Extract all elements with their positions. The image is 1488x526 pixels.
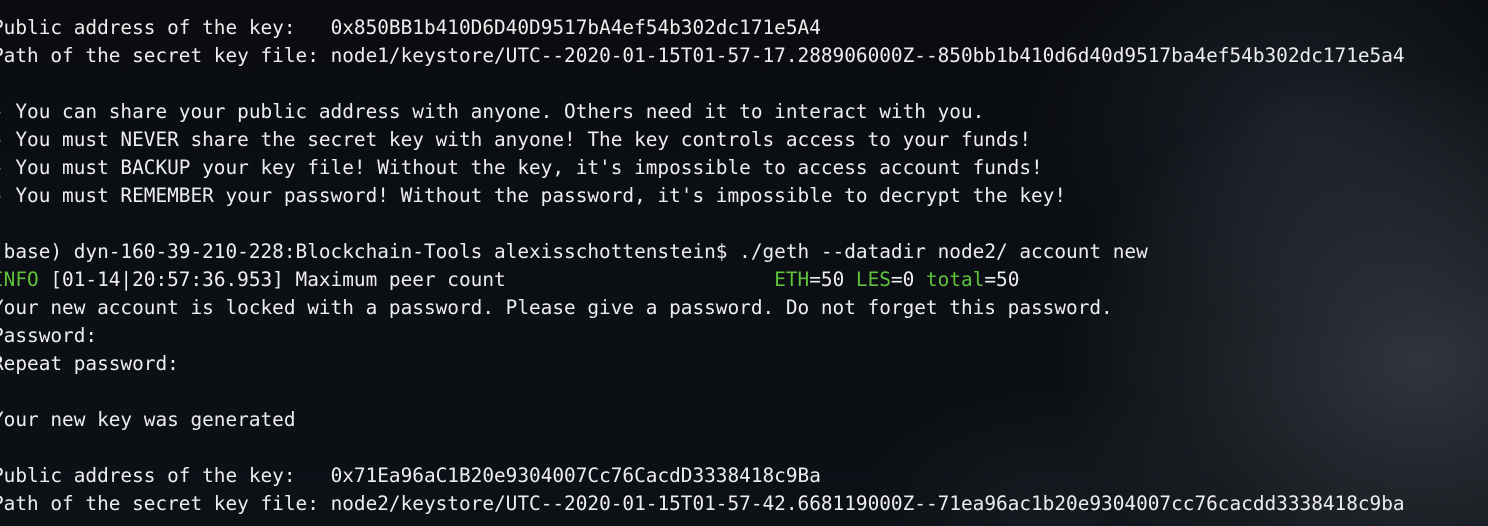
password-prompt[interactable]: Password: [0,322,1405,350]
generated-message: Your new key was generated [0,408,296,431]
key-path-label: Path of the secret key file: [0,492,331,515]
key-path-line-2: Path of the secret key file: node2/keyst… [0,490,1405,518]
note-line: - You must NEVER share the secret key wi… [0,128,1031,151]
key-path-label: Path of the secret key file: [0,44,331,67]
command-text: ./geth --datadir node2/ account new [739,240,1148,263]
key-path-value: node2/keystore/UTC--2020-01-15T01-57-42.… [330,492,1405,515]
public-address-value: 0x850BB1b410D6D40D9517bA4ef54b302dc171e5… [330,16,821,39]
log-value-eth: =50 [809,268,856,291]
public-address-label: Public address of the key: [0,16,331,39]
public-address-value: 0x71Ea96aC1B20e9304007Cc76CacdD3338418c9… [330,464,821,487]
public-address-label: Public address of the key: [0,464,331,487]
log-key-eth: ETH [774,268,810,291]
public-address-line-1: Public address of the key: 0x850BB1b410D… [0,14,1405,42]
log-message: [01-14|20:57:36.953] Maximum peer count [38,268,775,291]
log-value-total: =50 [984,268,1020,291]
shell-prompt: (base) dyn-160-39-210-228:Blockchain-Too… [0,240,740,263]
command-line: (base) dyn-160-39-210-228:Blockchain-Too… [0,238,1405,266]
public-address-line-2: Public address of the key: 0x71Ea96aC1B2… [0,462,1405,490]
log-key-les: LES [855,268,891,291]
key-path-line-1: Path of the secret key file: node1/keyst… [0,42,1405,70]
info-log-line: INFO [01-14|20:57:36.953] Maximum peer c… [0,266,1405,294]
log-level: INFO [0,268,39,291]
log-value-les: =0 [890,268,926,291]
terminal-window[interactable]: Public address of the key: 0x850BB1b410D… [0,0,1488,526]
key-path-value: node1/keystore/UTC--2020-01-15T01-57-17.… [330,44,1405,67]
locked-message: Your new account is locked with a passwo… [0,296,1113,319]
terminal-output: Public address of the key: 0x850BB1b410D… [0,14,1405,518]
note-line: - You must BACKUP your key file! Without… [0,156,1043,179]
repeat-password-prompt[interactable]: Repeat password: [0,350,1405,378]
note-line: - You must REMEMBER your password! Witho… [0,184,1067,207]
note-line: - You can share your public address with… [0,100,985,123]
log-key-total: total [925,268,985,291]
